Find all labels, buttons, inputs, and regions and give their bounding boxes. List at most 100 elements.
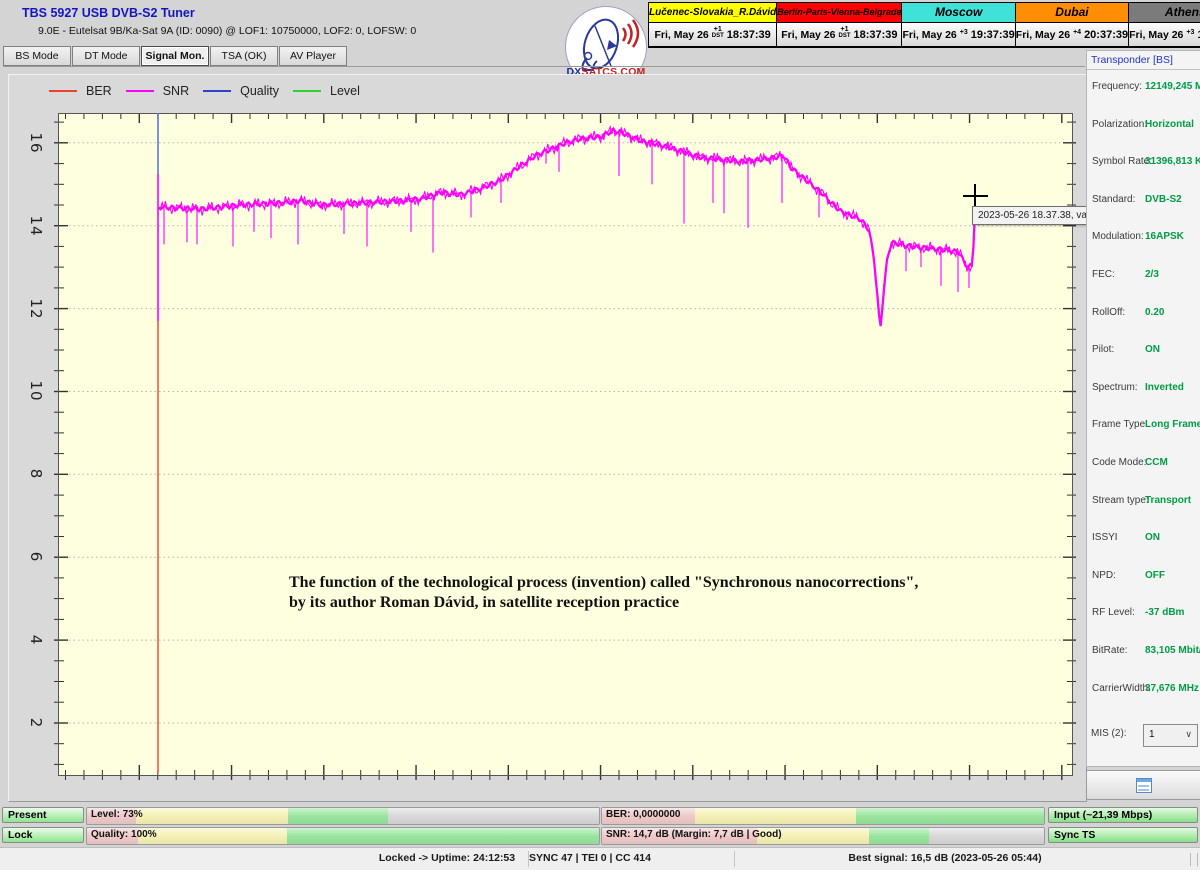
sidebar-divider (1087, 69, 1200, 70)
sync-ts-button[interactable]: Sync TS (1048, 827, 1198, 843)
clock-date: Fri, May 26 (781, 29, 835, 41)
clock-time: Fri, May 26 +1DST 18:37:39 (777, 23, 901, 46)
y-tick-label: 4 (19, 625, 45, 655)
sidebar-row-value: Inverted (1145, 382, 1184, 393)
ber-line-swatch (49, 90, 77, 92)
sidebar-row-value: Transport (1145, 495, 1191, 506)
sync-counters-status: SYNC 47 | TEI 0 | CC 414 (500, 852, 680, 864)
clock-time: Fri, May 26 +3 19:37:39 (1129, 23, 1200, 46)
sidebar-row-label: Frequency: (1092, 81, 1142, 92)
legend-item-snr: SNR (126, 84, 189, 98)
sidebar-row: Frequency:12149,245 MHz (1087, 81, 1200, 95)
sidebar-row-label: FEC: (1092, 269, 1115, 280)
meter-gloss (87, 808, 599, 824)
present-badge: Present (2, 807, 84, 823)
meter-label: BER: 0,0000000 (606, 809, 681, 820)
meter-label: Quality: 100% (91, 829, 157, 840)
sidebar-row-value: 16APSK (1145, 231, 1184, 242)
sidebar-row: Spectrum: Inverted (1087, 382, 1200, 396)
tab-signal-mon[interactable]: Signal Mon. (141, 46, 209, 66)
y-tick-label: 8 (19, 459, 45, 489)
sidebar-row: CarrierWidth:37,676 MHz (1087, 683, 1200, 697)
snr-meter: SNR: 14,7 dB (Margin: 7,7 dB | Good) (601, 827, 1045, 845)
sidebar-row: Modulation:16APSK (1087, 231, 1200, 245)
sidebar-row-label: Frame Type: (1092, 419, 1148, 430)
sidebar-row: Standard:DVB-S2 (1087, 194, 1200, 208)
clock-dubai: Dubai Fri, May 26 +4 20:37:39 (1016, 3, 1129, 47)
tab-av-player[interactable]: AV Player (279, 46, 347, 66)
form-window-icon (1136, 778, 1152, 793)
sidebar-row-label: Polarization: (1092, 119, 1147, 130)
y-tick-label: 12 (19, 294, 45, 324)
level-line-swatch (293, 90, 321, 92)
mis-dropdown[interactable]: 1∨ (1143, 724, 1198, 747)
sidebar-row-label: BitRate: (1092, 645, 1128, 656)
sidebar-row: RollOff:0.20 (1087, 307, 1200, 321)
quality-line-swatch (203, 90, 231, 92)
mis-label: MIS (2): (1091, 728, 1127, 739)
best-signal-status: Best signal: 16,5 dB (2023-05-26 05:44) (825, 852, 1065, 864)
y-tick-label: 10 (19, 376, 45, 406)
annotation-line1: The function of the technological proces… (289, 573, 1029, 593)
statusbar-divider (528, 851, 529, 867)
ts-window-button[interactable] (1086, 770, 1200, 800)
chart-annotation: The function of the technological proces… (289, 573, 1029, 613)
snr-line-swatch (126, 90, 154, 92)
transponder-sidebar: Transponder [BS] Frequency:12149,245 MHz… (1086, 50, 1200, 767)
sidebar-row-label: NPD: (1092, 570, 1116, 581)
clock-time: Fri, May 26 +4 20:37:39 (1016, 23, 1128, 46)
mode-tabbar: BS Mode DT Mode Signal Mon. TSA (OK) AV … (3, 46, 1085, 67)
tab-bs-mode[interactable]: BS Mode (3, 46, 71, 66)
clock-time-value: 19:37:39 (971, 29, 1015, 41)
quality-meter: Quality: 100% (86, 827, 600, 845)
sidebar-row: Stream type:Transport (1087, 495, 1200, 509)
sidebar-row-label: RF Level: (1092, 607, 1135, 618)
clock-time-value: 18:37:39 (727, 29, 771, 41)
meter-label: Level: 73% (91, 809, 143, 820)
legend-label: SNR (163, 84, 189, 98)
meter-gloss (87, 828, 599, 844)
clock-city-label: Lučenec-Slovakia_R.Dávid (649, 3, 776, 23)
sidebar-row-value: 31396,813 KS/s (1145, 156, 1200, 167)
y-tick-label: 6 (19, 542, 45, 572)
sidebar-row-label: CarrierWidth: (1092, 683, 1151, 694)
y-tick-label: 2 (19, 708, 45, 738)
sidebar-row-label: Spectrum: (1092, 382, 1138, 393)
input-bitrate-button[interactable]: Input (~21,39 Mbps) (1048, 807, 1198, 823)
sidebar-row: BitRate:83,105 Mbit/s (1087, 645, 1200, 659)
sidebar-row-value: 37,676 MHz (1145, 683, 1199, 694)
mis-row: MIS (2): 1∨ (1086, 723, 1199, 747)
sidebar-row-value: CCM (1145, 457, 1168, 468)
sidebar-row-value: -37 dBm (1145, 607, 1184, 618)
clock-city-label: Athens (1129, 3, 1200, 23)
sidebar-row: ISSYION (1087, 532, 1200, 546)
tuner-subtitle: 9.0E - Eutelsat 9B/Ka-Sat 9A (ID: 0090) … (38, 25, 416, 37)
clock-berlin: Berlin-Paris-Vienna-Belgrade Fri, May 26… (777, 3, 902, 47)
clock-athens: Athens Fri, May 26 +3 19:37:39 (1129, 3, 1200, 47)
sidebar-row-label: Symbol Rate: (1092, 156, 1152, 167)
mis-selected-value: 1 (1149, 729, 1155, 740)
snr-trace-canvas (58, 113, 1073, 776)
legend-item-ber: BER (49, 84, 112, 98)
legend-label: Level (330, 84, 360, 98)
sidebar-row-value: 2/3 (1145, 269, 1159, 280)
app-window: TBS 5927 USB DVB-S2 Tuner 9.0E - Eutelsa… (0, 0, 1200, 870)
sidebar-row-value: ON (1145, 344, 1160, 355)
snr-plot-area[interactable] (58, 113, 1073, 776)
sidebar-row-label: Modulation: (1092, 231, 1144, 242)
legend-label: Quality (240, 84, 279, 98)
clock-time-value: 18:37:39 (854, 29, 898, 41)
tab-tsa[interactable]: TSA (OK) (210, 46, 278, 66)
resize-grip[interactable] (1190, 853, 1198, 866)
clock-date: Fri, May 26 (1129, 29, 1183, 41)
clock-time: Fri, May 26 +1DST 18:37:39 (649, 23, 776, 46)
tab-dt-mode[interactable]: DT Mode (72, 46, 140, 66)
sidebar-row-label: Stream type: (1092, 495, 1149, 506)
meter-label: SNR: 14,7 dB (Margin: 7,7 dB | Good) (606, 829, 782, 840)
sidebar-row-value: 0.20 (1145, 307, 1164, 318)
level-meter: Level: 73% (86, 807, 600, 825)
sidebar-header: Transponder [BS] (1091, 54, 1173, 66)
sidebar-row-value: OFF (1145, 570, 1165, 581)
clock-utc-offset: +3 (1186, 30, 1194, 36)
chart-legend: BER SNR Quality Level (49, 81, 360, 101)
